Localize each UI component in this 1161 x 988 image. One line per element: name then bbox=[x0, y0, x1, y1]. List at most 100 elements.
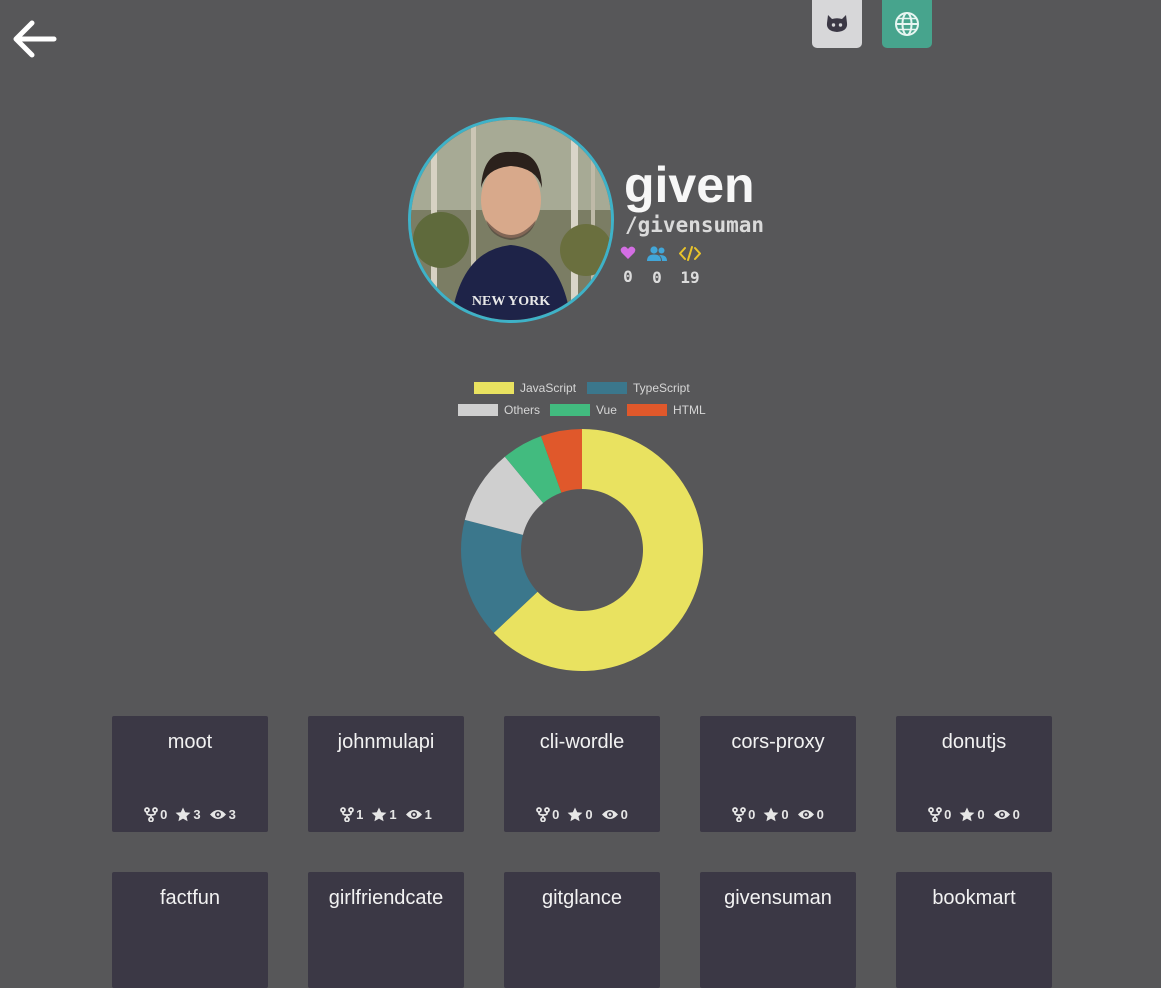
forks-count: 0 bbox=[160, 807, 168, 822]
repo-card[interactable]: donutjs 0 0 0 bbox=[896, 716, 1052, 832]
repo-stats: 0 0 0 bbox=[700, 807, 856, 822]
legend-item-javascript[interactable]: JavaScript bbox=[474, 381, 576, 395]
legend-swatch bbox=[587, 382, 627, 394]
forks-stat: 1 bbox=[340, 807, 363, 822]
forks-count: 0 bbox=[748, 807, 756, 822]
star-icon bbox=[371, 807, 387, 822]
repo-card[interactable]: girlfriendcate bbox=[308, 872, 464, 988]
repo-card[interactable]: moot 0 3 3 bbox=[112, 716, 268, 832]
star-icon bbox=[175, 807, 191, 822]
repo-title: gitglance bbox=[541, 887, 623, 909]
repo-card[interactable]: cors-proxy 0 0 0 bbox=[700, 716, 856, 832]
stars-stat: 1 bbox=[371, 807, 397, 822]
globe-icon bbox=[895, 12, 919, 36]
repo-stats: 0 3 3 bbox=[112, 807, 268, 822]
forks-count: 0 bbox=[944, 807, 952, 822]
repo-card[interactable]: johnmulapi 1 1 1 bbox=[308, 716, 464, 832]
repo-card[interactable]: cli-wordle 0 0 0 bbox=[504, 716, 660, 832]
legend-swatch bbox=[627, 404, 667, 416]
watchers-stat: 0 bbox=[797, 807, 824, 822]
fork-icon bbox=[732, 807, 747, 822]
legend-label: TypeScript bbox=[633, 381, 690, 395]
star-icon bbox=[763, 807, 779, 822]
forks-stat: 0 bbox=[928, 807, 951, 822]
legend-swatch bbox=[458, 404, 498, 416]
forks-count: 0 bbox=[552, 807, 560, 822]
stars-stat: 3 bbox=[175, 807, 201, 822]
repo-title: factfun bbox=[159, 887, 221, 909]
arrow-left-icon bbox=[13, 20, 57, 58]
heart-icon bbox=[620, 246, 636, 259]
repo-title: donutjs bbox=[941, 731, 1007, 753]
fork-icon bbox=[536, 807, 551, 822]
forks-stat: 0 bbox=[144, 807, 167, 822]
repos-count: 19 bbox=[680, 268, 700, 287]
stars-count: 1 bbox=[389, 807, 397, 822]
watchers-count: 0 bbox=[1012, 807, 1020, 822]
back-button[interactable] bbox=[10, 18, 58, 60]
eye-icon bbox=[209, 810, 226, 819]
legend-swatch bbox=[474, 382, 514, 394]
github-icon bbox=[826, 15, 848, 32]
repo-title: givensuman bbox=[724, 887, 832, 909]
forks-count: 1 bbox=[356, 807, 364, 822]
legend-item-typescript[interactable]: TypeScript bbox=[587, 381, 690, 395]
fork-icon bbox=[928, 807, 943, 822]
forks-stat: 0 bbox=[732, 807, 755, 822]
profile-handle[interactable]: /givensuman bbox=[625, 213, 764, 237]
repo-title: moot bbox=[167, 731, 213, 753]
avatar-photo: NEW YORK bbox=[411, 120, 611, 320]
stars-stat: 0 bbox=[763, 807, 789, 822]
github-button[interactable] bbox=[812, 0, 862, 48]
repo-title: johnmulapi bbox=[337, 731, 435, 753]
language-donut-chart bbox=[461, 429, 703, 671]
watchers-count: 0 bbox=[620, 807, 628, 822]
legend-item-vue[interactable]: Vue bbox=[550, 403, 617, 417]
avatar-shirt-text: NEW YORK bbox=[472, 294, 550, 309]
eye-icon bbox=[797, 810, 814, 819]
users-icon bbox=[647, 246, 667, 261]
watchers-stat: 0 bbox=[601, 807, 628, 822]
star-icon bbox=[959, 807, 975, 822]
stat-repos: 19 bbox=[678, 246, 702, 287]
followers-count: 0 bbox=[652, 268, 662, 287]
stars-stat: 0 bbox=[959, 807, 985, 822]
fork-icon bbox=[340, 807, 355, 822]
stars-count: 3 bbox=[193, 807, 201, 822]
star-icon bbox=[567, 807, 583, 822]
repo-card[interactable]: bookmart bbox=[896, 872, 1052, 988]
eye-icon bbox=[993, 810, 1010, 819]
forks-stat: 0 bbox=[536, 807, 559, 822]
profile-avatar: NEW YORK bbox=[408, 117, 614, 323]
legend-label: Others bbox=[504, 403, 541, 417]
watchers-count: 1 bbox=[424, 807, 432, 822]
legend-item-html[interactable]: HTML bbox=[627, 403, 706, 417]
repo-title: girlfriendcate bbox=[328, 887, 444, 909]
legend-swatch bbox=[550, 404, 590, 416]
likes-count: 0 bbox=[623, 267, 633, 286]
repo-card[interactable]: factfun bbox=[112, 872, 268, 988]
repo-card[interactable]: gitglance bbox=[504, 872, 660, 988]
legend-label: Vue bbox=[596, 403, 617, 417]
fork-icon bbox=[144, 807, 159, 822]
legend-item-others[interactable]: Others bbox=[458, 403, 540, 417]
watchers-stat: 0 bbox=[993, 807, 1020, 822]
legend-label: JavaScript bbox=[520, 381, 577, 395]
profile-name: given bbox=[624, 157, 755, 213]
repo-title: bookmart bbox=[932, 887, 1016, 909]
repo-title: cors-proxy bbox=[731, 731, 825, 753]
legend-label: HTML bbox=[673, 403, 706, 417]
stat-followers: 0 bbox=[645, 246, 669, 287]
repo-title: cli-wordle bbox=[539, 731, 625, 753]
watchers-count: 0 bbox=[816, 807, 824, 822]
stars-count: 0 bbox=[781, 807, 789, 822]
website-button[interactable] bbox=[882, 0, 932, 48]
watchers-count: 3 bbox=[228, 807, 236, 822]
repo-stats: 0 0 0 bbox=[504, 807, 660, 822]
eye-icon bbox=[601, 810, 618, 819]
repo-stats: 0 0 0 bbox=[896, 807, 1052, 822]
repo-card[interactable]: givensuman bbox=[700, 872, 856, 988]
watchers-stat: 3 bbox=[209, 807, 236, 822]
eye-icon bbox=[405, 810, 422, 819]
watchers-stat: 1 bbox=[405, 807, 432, 822]
